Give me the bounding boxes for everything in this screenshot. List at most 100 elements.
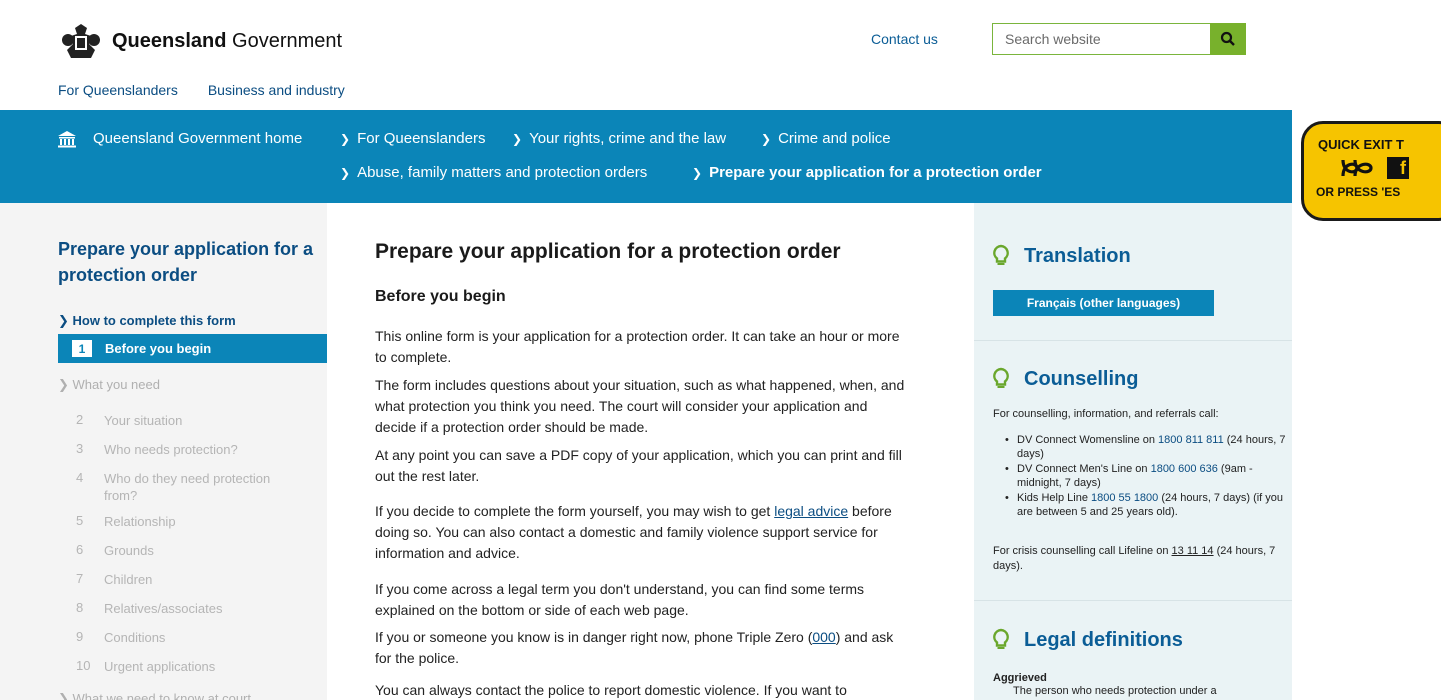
step-number: 9 [76,629,84,644]
paragraph: If you or someone you know is in danger … [375,629,894,666]
nav-for-queenslanders[interactable]: For Queenslanders [58,82,178,98]
nav-step-current[interactable]: 1 Before you begin [58,334,327,363]
triple-zero-link[interactable]: 000 [812,629,835,645]
nav-how-to-complete[interactable]: ❯ How to complete this form [58,313,236,329]
crisis-counselling-text: For crisis counselling call Lifeline on … [993,545,1276,572]
paragraph: At any point you can save a PDF copy of … [375,447,902,484]
facebook-icon: f [1387,157,1409,179]
paragraph: If you come across a legal term you don'… [375,581,865,618]
nav-label: What we need to know at court [72,691,251,700]
right-sidebar: Translation Français (other languages) C… [974,203,1292,700]
paragraph: If you decide to complete the form yours… [375,503,892,561]
breadcrumb-label: For Queenslanders [357,130,486,147]
breadcrumb-label: Prepare your application for a protectio… [709,164,1042,181]
nav-step[interactable]: 6 Grounds [76,542,304,559]
nav-step[interactable]: 3 Who needs protection? [76,441,304,458]
breadcrumb-label: Crime and police [778,130,891,147]
step-number: 6 [76,542,84,557]
qld-government-logo[interactable]: Queensland Government [58,22,342,60]
breadcrumb: Queensland Government home ❯ For Queensla… [0,110,1292,203]
definition-body: The person who needs protection under a [1013,685,1217,697]
step-number: 7 [76,571,84,586]
breadcrumb-crime-and-police[interactable]: ❯ Crime and police [761,130,891,147]
phone-number-link[interactable]: 1800 811 811 [1158,434,1224,446]
chevron-right-icon: ❯ [340,165,351,180]
nav-what-you-need[interactable]: ❯ What you need [58,377,160,393]
step-label: Grounds [104,543,154,558]
nav-label: What you need [72,377,160,392]
government-building-icon [58,131,76,148]
lightbulb-icon [993,367,1009,388]
lightbulb-icon [993,244,1009,265]
chevron-right-icon: ❯ [512,131,523,146]
search-icon [1220,31,1235,46]
step-label: Your situation [104,413,183,428]
step-number: 2 [76,412,84,427]
top-navigation: For Queenslanders Business and industry [58,82,345,98]
form-steps-navigation: Prepare your application for a protectio… [0,203,327,700]
nav-step[interactable]: 10 Urgent applications [76,658,304,675]
page-title: Prepare your application for a protectio… [375,240,841,263]
paragraph: This online form is your application for… [375,328,900,365]
nav-business-and-industry[interactable]: Business and industry [208,82,345,98]
quick-exit-label: QUICK EXIT T [1318,137,1404,152]
search-button[interactable] [1210,23,1246,55]
nav-step[interactable]: 9 Conditions [76,629,304,646]
logo-text: Queensland Government [112,29,343,52]
nav-label: Before you begin [105,341,212,356]
nav-step[interactable]: 4 Who do they need protection from? [76,470,304,504]
chevron-right-icon: ❯ [340,131,351,146]
step-number: 3 [76,441,84,456]
list-item: DV Connect Womensline on 1800 811 811 (2… [1005,433,1287,461]
translation-language-button[interactable]: Français (other languages) [993,290,1214,316]
step-number: 8 [76,600,84,615]
chevron-right-icon: ❯ [761,131,772,146]
step-label: Relationship [104,514,176,529]
leftnav-title: Prepare your application for a protectio… [58,239,314,285]
counselling-list: DV Connect Womensline on 1800 811 811 (2… [1005,433,1287,520]
translation-heading: Translation [992,244,1131,268]
divider [974,340,1292,341]
breadcrumb-for-queenslanders[interactable]: ❯ For Queenslanders [340,130,485,147]
chevron-right-icon: ❯ [692,165,703,180]
phone-number-link[interactable]: 1800 55 1800 [1091,492,1158,504]
contact-us-link[interactable]: Contact us [871,31,938,47]
quick-exit-button[interactable]: QUICK EXIT T f OR PRESS 'ES [1301,121,1441,221]
abc-logo-icon [1341,159,1373,177]
counselling-heading: Counselling [992,367,1138,391]
nav-step[interactable]: 5 Relationship [76,513,304,530]
search-form [992,23,1246,55]
search-input[interactable] [992,23,1210,55]
step-number-badge: 1 [72,340,92,357]
paragraph: You can always contact the police to rep… [375,682,847,698]
breadcrumb-home[interactable]: Queensland Government home [93,130,302,147]
nav-what-we-need-at-court[interactable]: ❯ What we need to know at court [58,691,251,700]
nav-step[interactable]: 8 Relatives/associates [76,600,304,617]
lightbulb-icon [993,628,1009,649]
step-label: Conditions [104,630,166,645]
list-item: DV Connect Men's Line on 1800 600 636 (9… [1005,462,1287,490]
legal-advice-link[interactable]: legal advice [774,503,848,519]
list-item: Kids Help Line 1800 55 1800 (24 hours, 7… [1005,491,1287,519]
nav-step[interactable]: 2 Your situation [76,412,304,429]
step-label: Who do they need protection from? [104,471,271,503]
step-label: Children [104,572,153,587]
step-number: 4 [76,470,84,485]
breadcrumb-label: Queensland Government home [93,130,303,147]
breadcrumb-abuse-family-matters[interactable]: ❯ Abuse, family matters and protection or… [340,164,647,181]
step-number: 5 [76,513,84,528]
nav-step[interactable]: 7 Children [76,571,304,588]
breadcrumb-your-rights[interactable]: ❯ Your rights, crime and the law [512,130,726,147]
step-label: Who needs protection? [104,442,238,457]
site-header: Queensland Government Contact us For Que… [0,0,1292,110]
definition-term: Aggrieved [993,672,1047,684]
step-label: Relatives/associates [104,601,223,616]
legal-definitions-heading: Legal definitions [992,628,1183,652]
breadcrumb-label: Your rights, crime and the law [529,130,727,147]
counselling-intro: For counselling, information, and referr… [993,408,1219,420]
lifeline-link[interactable]: 13 11 14 [1172,545,1214,557]
breadcrumb-label: Abuse, family matters and protection ord… [357,164,648,181]
quick-exit-hint: OR PRESS 'ES [1316,185,1401,199]
step-number: 10 [76,658,91,673]
phone-number-link[interactable]: 1800 600 636 [1151,463,1218,475]
